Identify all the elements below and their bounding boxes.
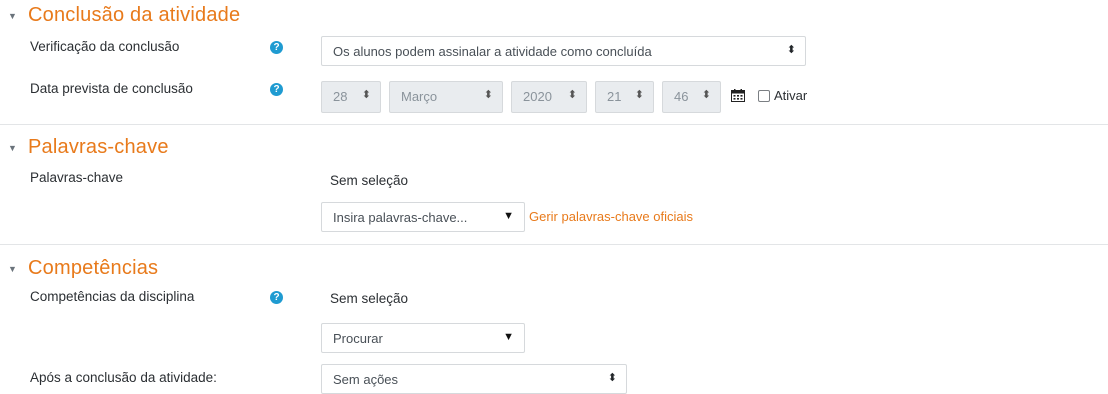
section-divider (0, 244, 1108, 245)
competencias-disciplina-label: Competências da disciplina (30, 289, 195, 304)
verificacao-value: Os alunos podem assinalar a atividade co… (333, 44, 652, 59)
hour-value: 21 (607, 89, 622, 104)
help-icon[interactable]: ? (270, 291, 283, 304)
year-value: 2020 (523, 89, 552, 104)
dropdown-arrow-icon[interactable]: ▼ (503, 210, 514, 222)
select-arrows-icon: ⬍ (701, 89, 711, 101)
section-collapse-icon[interactable]: ▼ (8, 11, 17, 21)
procurar-value: Procurar (333, 331, 383, 346)
apos-value: Sem ações (333, 372, 399, 387)
calendar-icon[interactable] (731, 89, 745, 102)
section-collapse-icon[interactable]: ▼ (8, 143, 17, 153)
minute-select[interactable]: 46 ⬍ (662, 81, 721, 113)
month-value: Março (401, 89, 438, 104)
day-value: 28 (333, 89, 348, 104)
verificacao-label: Verificação da conclusão (30, 39, 180, 54)
ativar-checkbox[interactable] (758, 90, 770, 102)
section-divider (0, 124, 1108, 125)
procurar-select[interactable]: Procurar ▼ (321, 323, 525, 353)
section-title-competencias[interactable]: Competências (28, 257, 158, 280)
select-arrows-icon: ⬍ (567, 89, 577, 101)
select-arrows-icon: ⬍ (634, 89, 644, 101)
palavras-input[interactable]: Insira palavras-chave... ▼ (321, 202, 525, 232)
year-select[interactable]: 2020 ⬍ (511, 81, 587, 113)
help-icon[interactable]: ? (270, 83, 283, 96)
palavras-placeholder: Insira palavras-chave... (333, 210, 468, 225)
month-select[interactable]: Março ⬍ (389, 81, 503, 113)
dropdown-arrow-icon[interactable]: ▼ (503, 331, 514, 343)
select-arrows-icon: ⬍ (361, 89, 371, 101)
section-title-conclusao[interactable]: Conclusão da atividade (28, 4, 240, 27)
data-prevista-label: Data prevista de conclusão (30, 81, 193, 96)
verificacao-select[interactable]: Os alunos podem assinalar a atividade co… (321, 36, 806, 66)
minute-value: 46 (674, 89, 689, 104)
apos-conclusao-select[interactable]: Sem ações ⬍ (321, 364, 627, 394)
section-collapse-icon[interactable]: ▼ (8, 264, 17, 274)
section-title-palavras[interactable]: Palavras-chave (28, 136, 169, 159)
select-arrows-icon: ⬍ (786, 44, 796, 56)
palavras-label: Palavras-chave (30, 170, 124, 185)
gerir-palavras-link[interactable]: Gerir palavras-chave oficiais (529, 209, 693, 224)
help-icon[interactable]: ? (270, 41, 283, 54)
palavras-sem-selecao: Sem seleção (330, 173, 409, 188)
apos-conclusao-label: Após a conclusão da atividade: (30, 370, 217, 385)
competencias-sem-selecao: Sem seleção (330, 291, 409, 306)
hour-select[interactable]: 21 ⬍ (595, 81, 654, 113)
select-arrows-icon: ⬍ (483, 89, 493, 101)
day-select[interactable]: 28 ⬍ (321, 81, 381, 113)
select-arrows-icon: ⬍ (607, 372, 617, 384)
ativar-label[interactable]: Ativar (774, 88, 807, 103)
